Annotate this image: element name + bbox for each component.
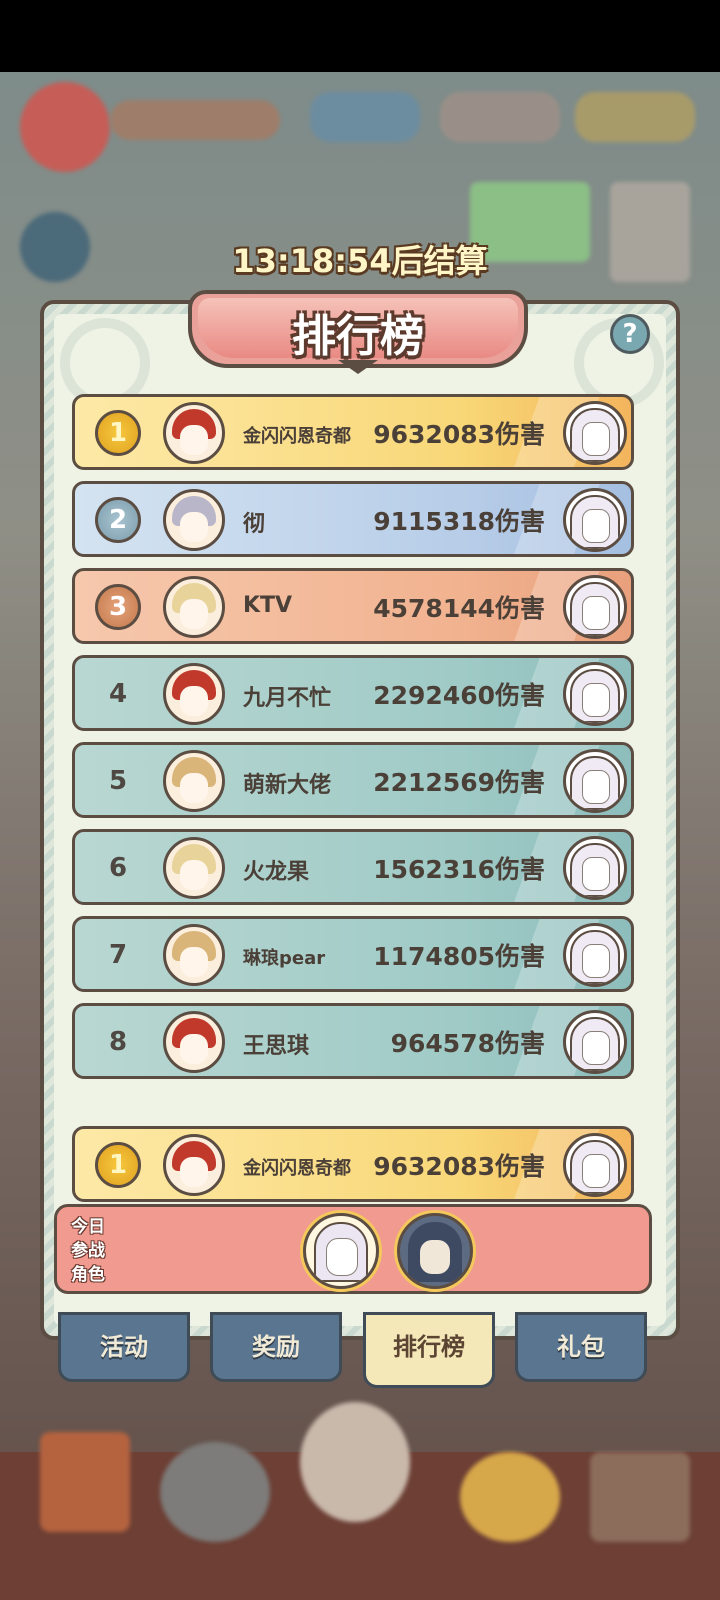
player-avatar xyxy=(163,663,225,725)
damage-score: 9632083伤害 xyxy=(373,420,545,449)
ranking-row[interactable]: 7 琳琅pear 1174805伤害 xyxy=(72,916,634,992)
damage-score: 1562316伤害 xyxy=(373,855,545,884)
ranking-list[interactable]: 1 金闪闪恩奇都 9632083伤害 2 彻 9115318伤害 3 KTV 4578144伤害… xyxy=(72,394,636,1200)
player-name: 萌新大佬 xyxy=(243,773,332,798)
rank-number: 2 xyxy=(95,497,141,543)
ranking-row[interactable]: 4 九月不忙 2292460伤害 xyxy=(72,655,634,731)
status-bar xyxy=(0,0,720,72)
ranking-row[interactable]: 3 KTV 4578144伤害 xyxy=(72,568,634,644)
battle-character-avatar[interactable] xyxy=(397,1213,473,1289)
rank-number: 1 xyxy=(95,410,141,456)
tab-2[interactable]: 排行榜 xyxy=(363,1312,495,1388)
bottom-tab-bar: 活动 奖励 排行榜 礼包 xyxy=(0,1312,720,1392)
player-avatar xyxy=(163,837,225,899)
player-name: 金闪闪恩奇都 xyxy=(243,426,351,447)
help-icon[interactable]: ? xyxy=(610,314,650,354)
page-title: 排行榜 xyxy=(292,311,424,362)
ranking-row[interactable]: 2 彻 9115318伤害 xyxy=(72,481,634,557)
boss-portrait-icon xyxy=(563,749,627,813)
ranking-row[interactable]: 8 王思琪 964578伤害 xyxy=(72,1003,634,1079)
tab-1[interactable]: 奖励 xyxy=(210,1312,342,1382)
battle-character-avatar[interactable] xyxy=(303,1213,379,1289)
ranking-row[interactable]: 5 萌新大佬 2212569伤害 xyxy=(72,742,634,818)
rank-number: 3 xyxy=(95,584,141,630)
my-rank-row: 1 金闪闪恩奇都 9632083伤害 xyxy=(72,1126,636,1202)
damage-score: 2212569伤害 xyxy=(373,768,545,797)
player-avatar xyxy=(163,489,225,551)
rank-number: 1 xyxy=(95,1142,141,1188)
boss-portrait-icon xyxy=(563,488,627,552)
player-name: 金闪闪恩奇都 xyxy=(243,1158,351,1179)
settlement-countdown: 13:18:54后结算 xyxy=(232,242,488,280)
boss-portrait-icon xyxy=(563,1133,627,1197)
boss-portrait-icon xyxy=(563,923,627,987)
damage-score: 2292460伤害 xyxy=(373,681,545,710)
today-label: 今日 参战 角色 xyxy=(71,1217,105,1285)
player-name: 王思琪 xyxy=(243,1034,310,1059)
boss-portrait-icon xyxy=(563,662,627,726)
rank-number: 4 xyxy=(108,679,128,709)
player-avatar xyxy=(163,402,225,464)
boss-portrait-icon xyxy=(563,401,627,465)
damage-score: 4578144伤害 xyxy=(373,594,545,623)
today-battle-characters: 今日 参战 角色 xyxy=(54,1204,652,1294)
boss-portrait-icon xyxy=(563,575,627,639)
player-name: 九月不忙 xyxy=(243,686,332,711)
player-name: 火龙果 xyxy=(243,860,310,885)
ranking-row[interactable]: 1 金闪闪恩奇都 9632083伤害 xyxy=(72,394,634,470)
rank-number: 7 xyxy=(108,940,128,970)
rank-number: 6 xyxy=(108,853,128,883)
player-avatar xyxy=(163,1011,225,1073)
ranking-row[interactable]: 6 火龙果 1562316伤害 xyxy=(72,829,634,905)
player-avatar xyxy=(163,1134,225,1196)
player-name: 琳琅pear xyxy=(243,948,326,969)
tab-0[interactable]: 活动 xyxy=(58,1312,190,1382)
damage-score: 1174805伤害 xyxy=(373,942,545,971)
player-avatar xyxy=(163,924,225,986)
leaderboard-title-banner: 排行榜 xyxy=(188,290,528,382)
tab-3[interactable]: 礼包 xyxy=(515,1312,647,1382)
my-ranking-row: 1 金闪闪恩奇都 9632083伤害 xyxy=(72,1126,634,1202)
player-name: 彻 xyxy=(243,512,266,537)
player-name: KTV xyxy=(243,593,293,618)
boss-portrait-icon xyxy=(563,1010,627,1074)
damage-score: 9632083伤害 xyxy=(373,1152,545,1181)
rank-number: 8 xyxy=(108,1027,128,1057)
damage-score: 9115318伤害 xyxy=(373,507,545,536)
player-avatar xyxy=(163,576,225,638)
damage-score: 964578伤害 xyxy=(390,1029,545,1058)
rank-number: 5 xyxy=(108,766,128,796)
player-avatar xyxy=(163,750,225,812)
boss-portrait-icon xyxy=(563,836,627,900)
